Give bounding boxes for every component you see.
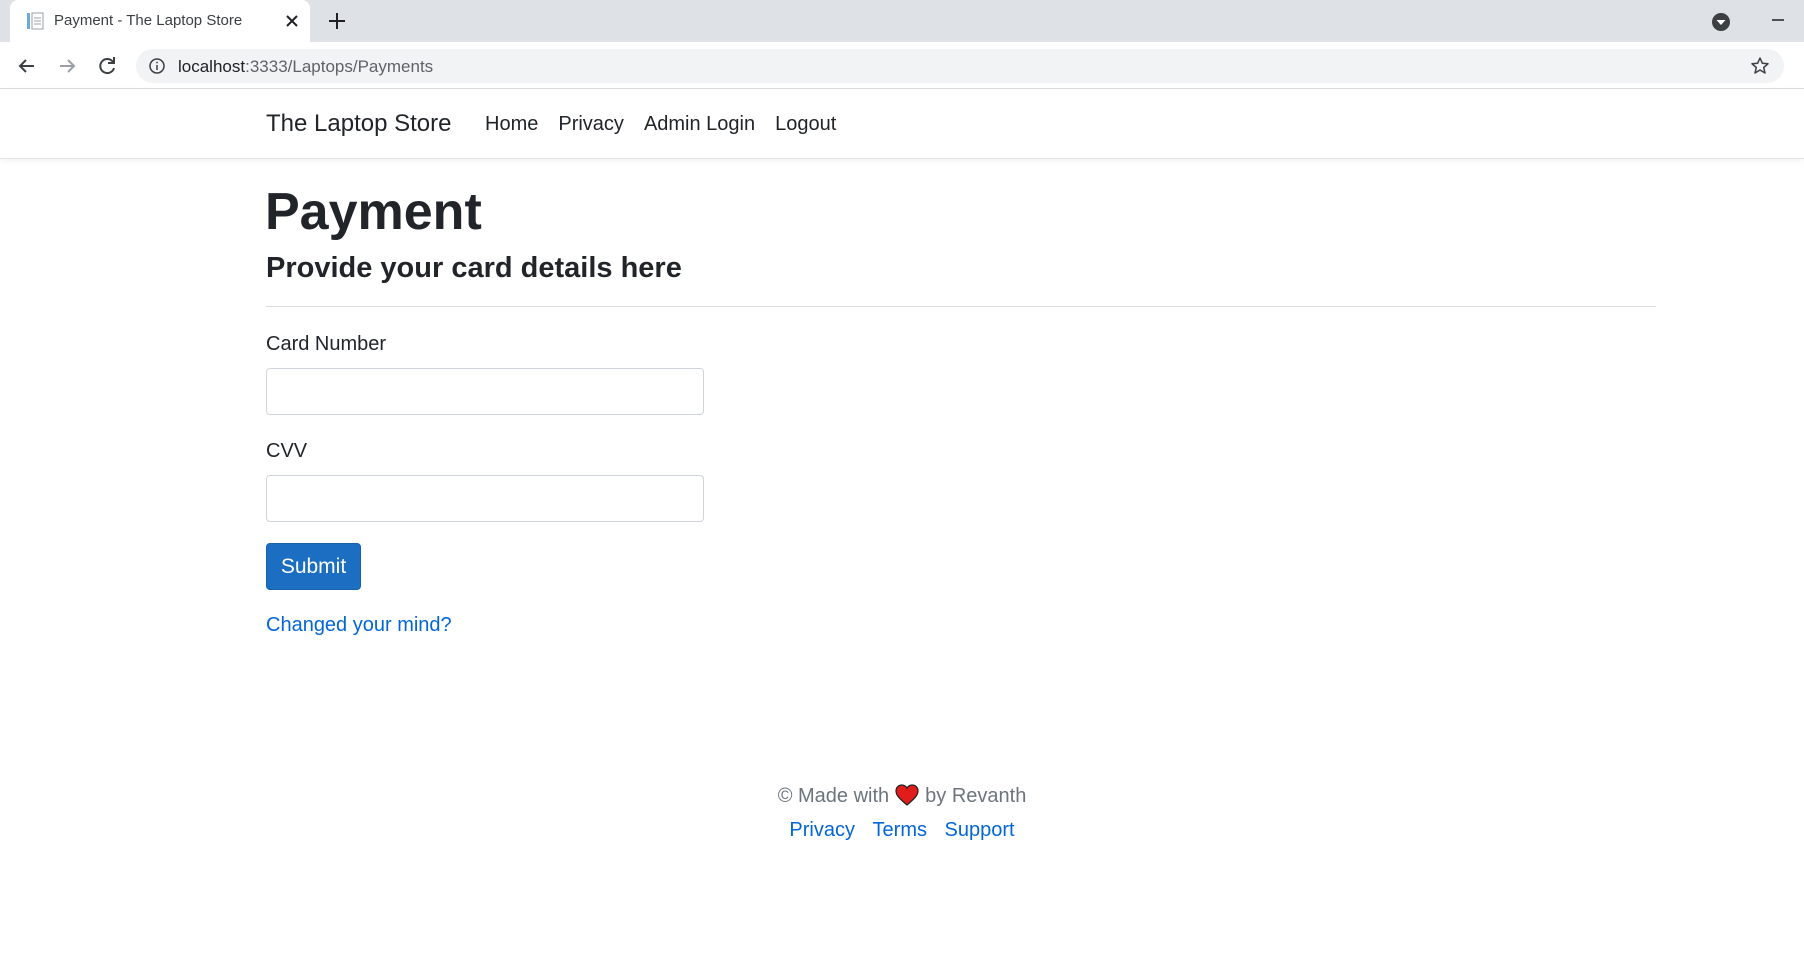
divider	[266, 306, 1656, 307]
minimize-icon[interactable]	[1766, 8, 1790, 32]
address-bar[interactable]: localhost:3333/Laptops/Payments	[136, 49, 1784, 83]
heart-icon	[895, 784, 919, 806]
star-icon[interactable]	[1750, 56, 1770, 76]
nav-admin-login-link[interactable]: Admin Login	[644, 113, 755, 136]
cvv-input[interactable]	[266, 475, 704, 522]
back-arrow-icon[interactable]	[14, 53, 40, 79]
close-icon[interactable]	[282, 11, 302, 31]
footer-support-link[interactable]: Support	[945, 819, 1015, 841]
browser-tab[interactable]: Payment - The Laptop Store	[10, 0, 310, 42]
footer-privacy-link[interactable]: Privacy	[789, 819, 855, 841]
url-host: localhost	[178, 57, 246, 76]
footer-suffix: by Revanth	[925, 785, 1027, 807]
page-title: Payment	[265, 183, 482, 241]
browser-toolbar: localhost:3333/Laptops/Payments	[0, 42, 1804, 89]
page-subtitle: Provide your card details here	[266, 252, 682, 284]
browser-tab-strip: Payment - The Laptop Store	[0, 0, 1804, 42]
card-number-label: Card Number	[266, 333, 387, 355]
nav-logout-link[interactable]: Logout	[775, 113, 836, 136]
nav-links: Home Privacy Admin Login Logout	[485, 113, 836, 136]
card-number-input[interactable]	[266, 368, 704, 415]
changed-mind-link[interactable]: Changed your mind?	[266, 614, 452, 637]
document-icon	[27, 12, 44, 30]
site-navbar: The Laptop Store Home Privacy Admin Logi…	[0, 89, 1804, 159]
plus-icon[interactable]	[326, 10, 348, 32]
submit-button[interactable]: Submit	[266, 543, 361, 590]
profile-dropdown-icon[interactable]	[1710, 11, 1732, 33]
nav-privacy-link[interactable]: Privacy	[558, 113, 624, 136]
url-text[interactable]: localhost:3333/Laptops/Payments	[178, 57, 433, 77]
brand-link[interactable]: The Laptop Store	[266, 110, 451, 138]
tab-title: Payment - The Laptop Store	[54, 12, 243, 29]
forward-arrow-icon[interactable]	[54, 53, 80, 79]
url-path: :3333/Laptops/Payments	[245, 57, 434, 76]
cvv-label: CVV	[266, 440, 308, 462]
info-icon[interactable]	[148, 57, 166, 75]
nav-home-link[interactable]: Home	[485, 113, 538, 136]
footer-terms-link[interactable]: Terms	[873, 819, 927, 841]
footer-links: Privacy Terms Support	[0, 819, 1804, 842]
footer-prefix: © Made with	[777, 785, 890, 807]
footer-credit: © Made with by Revanth	[0, 784, 1804, 808]
reload-icon[interactable]	[94, 53, 120, 79]
